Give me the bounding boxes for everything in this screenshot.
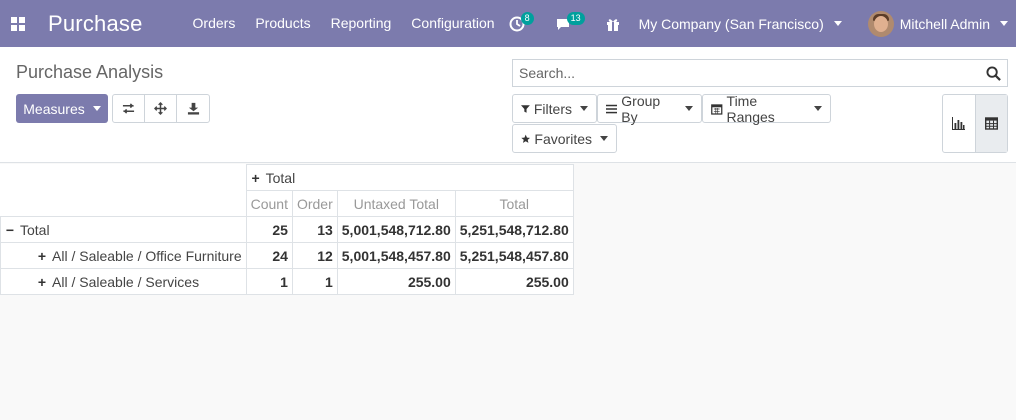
table-row: + All / Saleable / Office Furniture 24 12… — [0, 242, 574, 269]
row-label: Total — [20, 221, 50, 238]
cell-value: 25 — [245, 216, 293, 243]
cell-value: 13 — [291, 216, 338, 243]
col-header-label: Total — [265, 169, 296, 186]
measures-button[interactable]: Measures — [16, 94, 108, 123]
measures-label: Measures — [23, 100, 85, 117]
plus-icon: + — [37, 273, 47, 290]
measure-header-untaxed-total[interactable]: Untaxed Total — [336, 190, 456, 217]
row-label: All / Saleable / Services — [52, 273, 200, 290]
filters-label: Filters — [533, 100, 572, 117]
download-icon — [187, 102, 199, 115]
cell-value: 5,001,548,712.80 — [336, 216, 456, 243]
cell-value: 24 — [245, 242, 293, 269]
measure-header-order[interactable]: Order — [291, 190, 338, 217]
measure-header-total[interactable]: Total — [454, 190, 574, 217]
cell-value: 12 — [291, 242, 338, 269]
funnel-icon — [521, 104, 530, 113]
user-menu[interactable]: Mitchell Admin — [854, 10, 1016, 37]
groupby-dropdown[interactable]: Group By — [597, 92, 702, 125]
company-switcher[interactable]: My Company (San Francisco) — [631, 16, 854, 32]
page-title: Purchase Analysis — [16, 62, 164, 82]
top-navbar: Purchase Orders Products Reporting Confi… — [0, 0, 1016, 47]
view-switcher — [942, 94, 1008, 153]
cell-value: 255.00 — [454, 268, 574, 295]
pivot-actions — [112, 94, 210, 123]
filters-dropdown[interactable]: Filters — [512, 94, 597, 123]
company-name: My Company (San Francisco) — [638, 15, 824, 32]
chevron-down-icon — [92, 106, 101, 111]
chevron-down-icon — [685, 106, 693, 111]
messages-badge: 13 — [566, 12, 585, 25]
row-header-office-furniture[interactable]: + All / Saleable / Office Furniture — [0, 242, 247, 269]
chevron-down-icon — [833, 21, 842, 26]
pivot-view-button[interactable] — [974, 95, 1007, 152]
list-icon — [606, 104, 618, 113]
cell-value: 5,251,548,457.80 — [454, 242, 574, 269]
menu-configuration[interactable]: Configuration — [401, 0, 504, 47]
expand-all-icon — [154, 102, 167, 115]
gift-icon — [606, 18, 619, 31]
messages-button[interactable]: 13 — [545, 0, 585, 47]
main-menu: Orders Products Reporting Configuration — [183, 0, 505, 47]
row-header-total[interactable]: − Total — [0, 216, 247, 243]
gift-button[interactable] — [595, 0, 631, 47]
graph-view-button[interactable] — [943, 95, 975, 152]
favorites-dropdown[interactable]: Favorites — [512, 124, 617, 153]
cell-value: 5,001,548,457.80 — [336, 242, 456, 269]
user-name: Mitchell Admin — [899, 15, 990, 32]
cell-value: 255.00 — [336, 268, 456, 295]
avatar — [867, 10, 894, 37]
chevron-down-icon — [1000, 21, 1008, 26]
table-row: + All / Saleable / Services 1 1 255.00 25… — [0, 268, 574, 295]
download-button[interactable] — [177, 95, 209, 122]
activity-button[interactable]: 8 — [499, 0, 535, 47]
cell-value: 1 — [245, 268, 293, 295]
star-icon — [521, 134, 531, 143]
table-icon — [984, 117, 998, 130]
timeranges-label: Time Ranges — [726, 92, 775, 125]
measure-header-count[interactable]: Count — [245, 190, 293, 217]
flip-axis-icon — [122, 103, 135, 114]
search-input[interactable] — [513, 61, 973, 85]
favorites-label: Favorites — [534, 130, 592, 147]
activity-badge: 8 — [520, 12, 534, 25]
apps-menu-icon[interactable] — [2, 0, 34, 47]
app-brand[interactable]: Purchase — [48, 11, 143, 37]
row-header-services[interactable]: + All / Saleable / Services — [0, 268, 247, 295]
calendar-icon — [711, 103, 723, 115]
plus-icon: + — [251, 169, 260, 186]
minus-icon: − — [5, 221, 15, 238]
cell-value: 1 — [291, 268, 338, 295]
plus-icon: + — [37, 247, 47, 264]
menu-orders[interactable]: Orders — [183, 0, 246, 47]
navbar-right: 8 13 My Company (San Francisco) Mitchell… — [499, 0, 1016, 47]
search-bar — [512, 59, 1008, 87]
table-row: − Total 25 13 5,001,548,712.80 5,251,548,… — [0, 216, 574, 243]
timeranges-dropdown[interactable]: Time Ranges — [702, 92, 831, 125]
chevron-down-icon — [600, 136, 608, 141]
menu-reporting[interactable]: Reporting — [321, 0, 402, 47]
row-label: All / Saleable / Office Furniture — [52, 247, 242, 264]
groupby-label: Group By — [621, 92, 661, 125]
pivot-corner — [0, 164, 247, 217]
flip-axis-button[interactable] — [113, 95, 145, 122]
pivot-table: + Total Count Order Untaxed Total Total −… — [0, 164, 574, 295]
chevron-down-icon — [580, 106, 588, 111]
col-header-total[interactable]: + Total — [245, 164, 574, 191]
search-icon[interactable] — [986, 66, 1001, 81]
control-panel: Purchase Analysis Measures Filters Group… — [0, 47, 1016, 163]
expand-all-button[interactable] — [145, 95, 177, 122]
chevron-down-icon — [814, 106, 822, 111]
cell-value: 5,251,548,712.80 — [454, 216, 574, 243]
menu-products[interactable]: Products — [245, 0, 320, 47]
bar-chart-icon — [952, 117, 966, 130]
